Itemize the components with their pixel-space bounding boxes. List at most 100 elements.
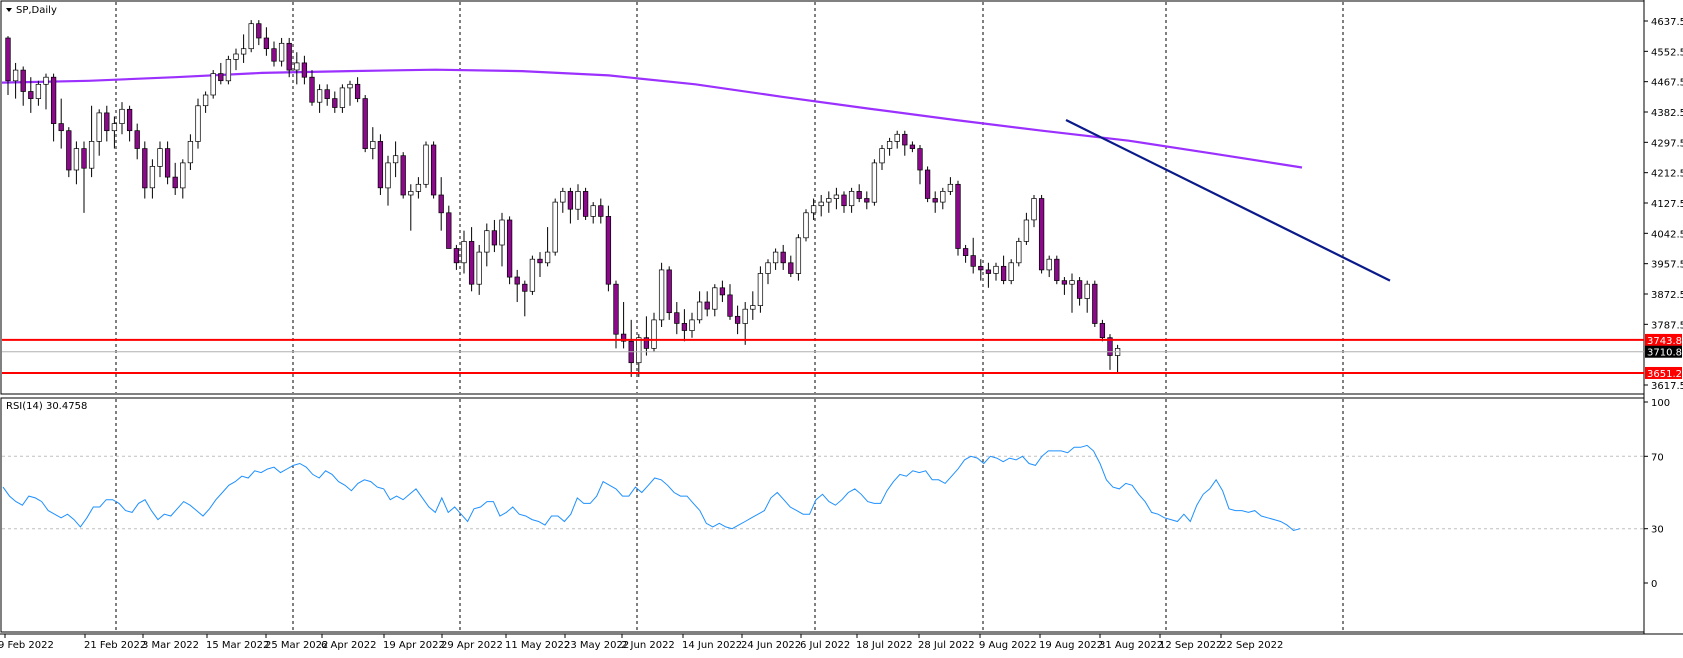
price-tag-label: 3710.8: [1647, 348, 1682, 359]
date-tick-label: 9 Aug 2022: [979, 640, 1037, 651]
candle: [506, 216, 513, 285]
candle-body: [666, 269, 672, 314]
candle: [1016, 237, 1022, 267]
date-tick-label: 9 Feb 2022: [0, 640, 54, 651]
candle: [362, 95, 368, 153]
candle-body: [347, 83, 353, 89]
candle-body: [582, 191, 589, 217]
candle-body: [58, 123, 64, 132]
candle: [605, 205, 612, 292]
date-tick-label: 11 May 2022: [505, 640, 570, 651]
candle-body: [575, 191, 581, 210]
candle-body: [590, 205, 596, 217]
candle-body: [104, 112, 110, 132]
candle-body: [1038, 198, 1045, 271]
date-tick-label: 2 Jun 2022: [621, 640, 675, 651]
date-tick-label: 22 Sep 2022: [1220, 640, 1283, 651]
candle-body: [826, 198, 832, 203]
candle-body: [719, 287, 726, 296]
candle-body: [681, 323, 688, 331]
candle-body: [392, 155, 399, 164]
rsi-tick-label: 70: [1651, 452, 1664, 463]
date-tick-label: 23 May 2022: [564, 640, 629, 651]
candle-body: [544, 251, 551, 264]
candle-body: [924, 169, 931, 199]
candle-body: [400, 155, 406, 196]
candle-body: [970, 255, 976, 267]
candle-body: [210, 73, 216, 96]
candle-body: [712, 287, 718, 310]
candle-body: [1084, 283, 1090, 299]
candle-body: [1000, 265, 1007, 281]
candle: [430, 141, 437, 199]
candle-body: [142, 148, 148, 189]
candle-body: [552, 201, 558, 253]
candle: [66, 127, 72, 178]
candle-body: [20, 69, 26, 92]
candle-body: [202, 94, 209, 107]
candle-body: [256, 23, 262, 39]
candle-body: [28, 91, 34, 99]
candle-body: [1046, 258, 1052, 271]
date-tick-label: 28 Jul 2022: [918, 640, 975, 651]
date-tick-label: 6 Apr 2022: [321, 640, 376, 651]
candle-body: [864, 198, 870, 203]
candle-body: [446, 212, 452, 249]
candle-body: [195, 105, 201, 142]
candle-body: [1061, 280, 1068, 285]
candle-body: [780, 251, 786, 264]
candle-body: [727, 294, 733, 317]
candle-body: [909, 144, 916, 149]
candle-body: [613, 283, 619, 335]
candle-body: [12, 69, 19, 82]
candle-body: [947, 183, 954, 192]
candle-body: [499, 219, 505, 246]
price-tag-label: 3651.2: [1647, 369, 1682, 380]
candle-body: [651, 319, 657, 349]
candle-body: [362, 98, 368, 149]
price-tick-label: 4637.5: [1651, 17, 1683, 28]
candle-body: [339, 87, 346, 108]
candle-body: [187, 141, 194, 164]
date-tick-label: 18 Jul 2022: [856, 640, 913, 651]
candle-body: [514, 276, 520, 285]
candle-body: [757, 273, 764, 306]
candle-body: [1069, 280, 1075, 285]
candle-body: [1023, 219, 1030, 242]
candle: [924, 166, 931, 203]
candle-body: [795, 237, 802, 274]
date-tick-label: 15 Mar 2022: [206, 640, 269, 651]
candle-body: [119, 108, 125, 124]
price-tags: 3743.83710.8 3651.2: [1645, 333, 1682, 380]
candle: [666, 266, 672, 320]
price-tick-label: 4467.5: [1651, 78, 1683, 89]
rsi-tick-label: 100: [1651, 398, 1670, 409]
candle: [400, 152, 406, 199]
candle-body: [35, 83, 42, 99]
chart-svg: 4637.5 4552.5 4467.5 4382.5 4297.5 4212.5 4127…: [0, 0, 1683, 651]
price-tick-label: 4212.5: [1651, 169, 1683, 180]
candle-body: [856, 191, 862, 199]
candle-body: [1054, 258, 1060, 281]
price-tick-label: 4297.5: [1651, 138, 1683, 149]
candle-body: [294, 62, 300, 71]
candle-body: [385, 162, 391, 189]
candle-body: [286, 42, 292, 71]
date-tick-label: 3 Mar 2022: [142, 640, 199, 651]
candle-body: [233, 53, 239, 60]
candle-body: [5, 37, 11, 82]
candle-body: [423, 144, 429, 185]
candle-body: [506, 219, 513, 278]
candle-body: [73, 148, 80, 171]
price-tick-label: 4382.5: [1651, 108, 1683, 119]
candle-body: [172, 176, 178, 189]
main-title: SP,Daily: [16, 5, 57, 16]
date-tick-label: 29 Apr 2022: [441, 640, 503, 651]
candle-body: [932, 198, 938, 203]
candle-body: [377, 141, 384, 189]
candle-body: [560, 191, 566, 203]
candle: [658, 262, 665, 328]
candle-body: [567, 191, 574, 210]
price-tick-label: 4127.5: [1651, 199, 1683, 210]
candle-body: [894, 133, 900, 142]
